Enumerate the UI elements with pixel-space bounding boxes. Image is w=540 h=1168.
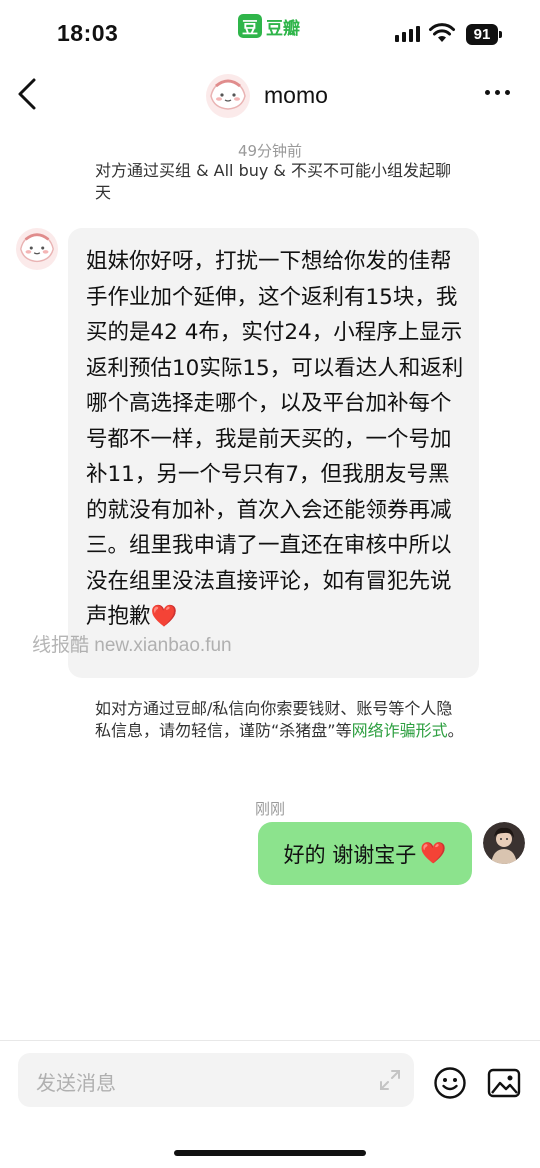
- heart-emoji-icon: ❤️: [420, 841, 447, 865]
- fraud-info-link[interactable]: 网络诈骗形式: [352, 721, 448, 740]
- home-indicator[interactable]: [174, 1150, 366, 1156]
- safety-warning: 如对方通过豆邮/私信向你索要钱财、账号等个人隐私信息，请勿轻信，谨防“杀猪盘”等…: [95, 698, 465, 742]
- contact-name: momo: [264, 82, 328, 108]
- brand-name: 豆瓣: [266, 18, 300, 39]
- my-avatar[interactable]: [483, 822, 525, 864]
- signal-icon: [395, 26, 420, 42]
- battery-level: 91: [466, 24, 498, 45]
- incoming-message-bubble[interactable]: 姐妹你好呀，打扰一下想给你发的佳帮手作业加个延伸，这个返利有15块，我买的是42…: [68, 228, 479, 678]
- timestamp: 49分钟前: [237, 142, 303, 160]
- brand: 豆 豆瓣: [238, 14, 300, 39]
- douban-logo-icon: 豆: [238, 14, 262, 38]
- contact-avatar[interactable]: [206, 74, 250, 118]
- timestamp: 刚刚: [254, 800, 285, 818]
- incoming-message-body: 姐妹你好呀，打扰一下想给你发的佳帮手作业加个延伸，这个返利有15块，我买的是42…: [86, 249, 464, 629]
- back-icon[interactable]: [14, 76, 44, 112]
- expand-icon[interactable]: [378, 1068, 402, 1092]
- message-input-placeholder: 发送消息: [36, 1071, 116, 1095]
- battery-icon: 91: [466, 24, 504, 45]
- wifi-icon: [429, 23, 455, 42]
- warning-end: 。: [447, 721, 464, 740]
- emoji-icon[interactable]: [433, 1066, 467, 1100]
- heart-emoji-icon: ❤️: [150, 604, 178, 629]
- status-time: 18:03: [57, 20, 119, 46]
- incoming-message-text: 姐妹你好呀，打扰一下想给你发的佳帮手作业加个延伸，这个返利有15块，我买的是42…: [86, 244, 466, 635]
- divider: [0, 1040, 540, 1041]
- more-icon[interactable]: [485, 90, 510, 95]
- outgoing-message-bubble[interactable]: 好的 谢谢宝子 ❤️: [258, 822, 472, 885]
- watermark: 线报酷 new.xianbao.fun: [32, 635, 232, 656]
- image-icon[interactable]: [487, 1068, 521, 1098]
- sender-avatar[interactable]: [16, 228, 58, 270]
- message-input[interactable]: 发送消息: [18, 1053, 414, 1107]
- outgoing-message-text: 好的 谢谢宝子: [283, 842, 417, 867]
- system-notice: 对方通过买组 & All buy & 不买不可能小组发起聊天: [95, 161, 451, 202]
